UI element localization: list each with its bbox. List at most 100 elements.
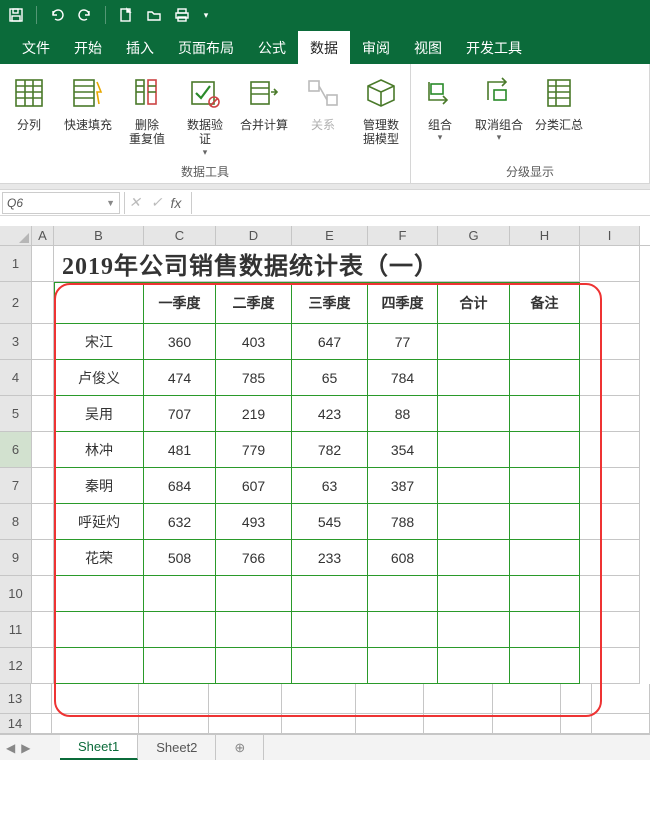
formula-input[interactable]: [196, 192, 650, 214]
cell[interactable]: [32, 612, 54, 648]
cell[interactable]: [32, 282, 54, 324]
cell[interactable]: [510, 504, 580, 540]
column-header-F[interactable]: F: [368, 226, 438, 245]
cell[interactable]: [144, 576, 216, 612]
cell[interactable]: 474: [144, 360, 216, 396]
cell[interactable]: [580, 468, 640, 504]
sheet-tab-2[interactable]: Sheet2: [138, 735, 216, 760]
cell[interactable]: 607: [216, 468, 292, 504]
cell[interactable]: [510, 432, 580, 468]
cell[interactable]: [368, 648, 438, 684]
cell[interactable]: [368, 576, 438, 612]
column-header-D[interactable]: D: [216, 226, 292, 245]
row-header-8[interactable]: 8: [0, 504, 32, 540]
cell[interactable]: 备注: [510, 282, 580, 324]
cell[interactable]: [580, 432, 640, 468]
cell[interactable]: [438, 396, 510, 432]
cell[interactable]: [292, 576, 368, 612]
cell[interactable]: 林冲: [54, 432, 144, 468]
column-header-B[interactable]: B: [54, 226, 144, 245]
cell[interactable]: [139, 684, 209, 714]
menu-tab-insert[interactable]: 插入: [114, 31, 166, 64]
cell[interactable]: [356, 714, 424, 734]
row-header-4[interactable]: 4: [0, 360, 32, 396]
undo-button[interactable]: [47, 5, 67, 25]
cell[interactable]: [580, 324, 640, 360]
cell[interactable]: 354: [368, 432, 438, 468]
cell[interactable]: [438, 324, 510, 360]
row-header-6[interactable]: 6: [0, 432, 32, 468]
cell[interactable]: [510, 648, 580, 684]
cell[interactable]: [32, 468, 54, 504]
cell[interactable]: 一季度: [144, 282, 216, 324]
text-to-columns-button[interactable]: 分列: [0, 67, 58, 150]
column-header-A[interactable]: A: [32, 226, 54, 245]
cell[interactable]: 77: [368, 324, 438, 360]
cell[interactable]: [282, 684, 356, 714]
save-button[interactable]: [6, 5, 26, 25]
cell[interactable]: [216, 576, 292, 612]
row-header-13[interactable]: 13: [0, 684, 31, 714]
cell[interactable]: 65: [292, 360, 368, 396]
cell[interactable]: 632: [144, 504, 216, 540]
cell[interactable]: 宋江: [54, 324, 144, 360]
qat-more-button[interactable]: ▾: [200, 5, 212, 25]
cell[interactable]: [32, 504, 54, 540]
ungroup-button[interactable]: 取消组合▾: [469, 67, 529, 150]
cell[interactable]: [31, 684, 52, 714]
cell[interactable]: 呼延灼: [54, 504, 144, 540]
redo-button[interactable]: [75, 5, 95, 25]
cell[interactable]: [424, 714, 494, 734]
cell[interactable]: 508: [144, 540, 216, 576]
cell[interactable]: [561, 714, 592, 734]
cell[interactable]: [216, 612, 292, 648]
cell[interactable]: [32, 648, 54, 684]
cell[interactable]: [561, 684, 592, 714]
column-header-H[interactable]: H: [510, 226, 580, 245]
cell[interactable]: 779: [216, 432, 292, 468]
subtotal-button[interactable]: 分类汇总: [529, 67, 589, 150]
cell[interactable]: 707: [144, 396, 216, 432]
row-header-14[interactable]: 14: [0, 714, 31, 734]
cell[interactable]: 219: [216, 396, 292, 432]
cell[interactable]: [580, 612, 640, 648]
cell[interactable]: [32, 540, 54, 576]
formula-enter-button[interactable]: ✓: [151, 194, 163, 211]
manage-data-model-button[interactable]: 管理数据模型: [352, 67, 410, 150]
row-header-2[interactable]: 2: [0, 282, 32, 324]
cell[interactable]: [292, 648, 368, 684]
column-header-I[interactable]: I: [580, 226, 640, 245]
cell[interactable]: [510, 576, 580, 612]
menu-tab-review[interactable]: 审阅: [350, 31, 402, 64]
cell[interactable]: [144, 648, 216, 684]
name-box[interactable]: Q6 ▼: [2, 192, 120, 214]
cell[interactable]: [493, 714, 561, 734]
cell[interactable]: [54, 612, 144, 648]
cell[interactable]: [510, 360, 580, 396]
cell[interactable]: [438, 576, 510, 612]
cell[interactable]: [510, 540, 580, 576]
cell[interactable]: 合计: [438, 282, 510, 324]
cell[interactable]: [209, 684, 283, 714]
sheet-add-button[interactable]: ⊕: [216, 735, 264, 760]
remove-duplicates-button[interactable]: 删除重复值: [118, 67, 176, 150]
group-button[interactable]: 组合▾: [411, 67, 469, 150]
cell[interactable]: [368, 612, 438, 648]
cell[interactable]: [510, 396, 580, 432]
cell[interactable]: 403: [216, 324, 292, 360]
cell[interactable]: 766: [216, 540, 292, 576]
cell[interactable]: 233: [292, 540, 368, 576]
sheet-nav-next-button[interactable]: ▶: [21, 741, 30, 755]
row-header-7[interactable]: 7: [0, 468, 32, 504]
cell[interactable]: [510, 324, 580, 360]
menu-tab-layout[interactable]: 页面布局: [166, 31, 246, 64]
cell[interactable]: 63: [292, 468, 368, 504]
cell[interactable]: [438, 504, 510, 540]
cell[interactable]: [592, 714, 650, 734]
cell[interactable]: [282, 714, 356, 734]
cell[interactable]: [54, 282, 144, 324]
cell[interactable]: [144, 612, 216, 648]
row-header-11[interactable]: 11: [0, 612, 32, 648]
cell[interactable]: [32, 576, 54, 612]
cell[interactable]: [52, 684, 139, 714]
